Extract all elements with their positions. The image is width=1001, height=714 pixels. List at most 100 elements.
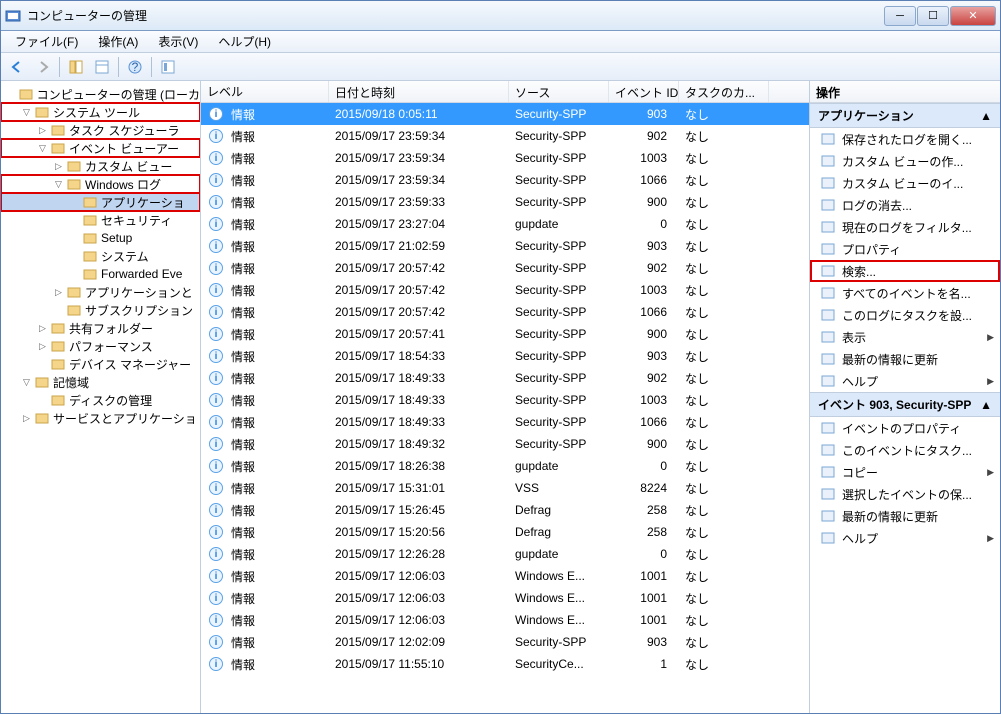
col-date[interactable]: 日付と時刻 <box>329 81 509 102</box>
action-item[interactable]: ログの消去... <box>810 194 1000 216</box>
tree-expander[interactable]: ▽ <box>21 377 32 388</box>
tree-item[interactable]: サブスクリプション <box>1 301 200 319</box>
action-item[interactable]: このイベントにタスク... <box>810 439 1000 461</box>
action-item[interactable]: このログにタスクを設... <box>810 304 1000 326</box>
action-item[interactable]: イベントのプロパティ <box>810 417 1000 439</box>
event-row[interactable]: i情報2015/09/17 18:49:33Security-SPP1066なし <box>201 411 809 433</box>
tree-item[interactable]: Forwarded Eve <box>1 265 200 283</box>
action-item[interactable]: コピー▶ <box>810 461 1000 483</box>
tree-item[interactable]: ▽Windows ログ <box>1 175 200 193</box>
event-row[interactable]: i情報2015/09/17 20:57:42Security-SPP902なし <box>201 257 809 279</box>
event-row[interactable]: i情報2015/09/17 23:59:33Security-SPP900なし <box>201 191 809 213</box>
action-item[interactable]: ヘルプ▶ <box>810 527 1000 549</box>
event-row[interactable]: i情報2015/09/17 15:26:45Defrag258なし <box>201 499 809 521</box>
event-row[interactable]: i情報2015/09/17 18:49:32Security-SPP900なし <box>201 433 809 455</box>
event-row[interactable]: i情報2015/09/17 20:57:42Security-SPP1003なし <box>201 279 809 301</box>
event-row[interactable]: i情報2015/09/17 21:02:59Security-SPP903なし <box>201 235 809 257</box>
tree-item[interactable]: ▷共有フォルダー <box>1 319 200 337</box>
actions-group-app[interactable]: アプリケーション▲ <box>810 103 1000 128</box>
event-row[interactable]: i情報2015/09/17 12:06:03Windows E...1001なし <box>201 587 809 609</box>
tree-expander[interactable]: ▷ <box>21 413 32 424</box>
event-row[interactable]: i情報2015/09/17 12:06:03Windows E...1001なし <box>201 609 809 631</box>
action-item[interactable]: プロパティ <box>810 238 1000 260</box>
tree-item[interactable]: ▷パフォーマンス <box>1 337 200 355</box>
event-row[interactable]: i情報2015/09/17 18:49:33Security-SPP1003なし <box>201 389 809 411</box>
tree-expander[interactable]: ▷ <box>37 341 48 352</box>
navigation-tree[interactable]: コンピューターの管理 (ローカ▽システム ツール▷タスク スケジューラ▽イベント… <box>1 81 201 713</box>
source-text: gupdate <box>509 457 609 475</box>
event-row[interactable]: i情報2015/09/17 15:20:56Defrag258なし <box>201 521 809 543</box>
tree-expander[interactable]: ▽ <box>21 107 32 118</box>
event-row[interactable]: i情報2015/09/17 18:49:33Security-SPP902なし <box>201 367 809 389</box>
tree-expander[interactable]: ▽ <box>53 179 64 190</box>
event-row[interactable]: i情報2015/09/17 20:57:42Security-SPP1066なし <box>201 301 809 323</box>
event-row[interactable]: i情報2015/09/17 23:59:34Security-SPP902なし <box>201 125 809 147</box>
event-row[interactable]: i情報2015/09/17 12:06:03Windows E...1001なし <box>201 565 809 587</box>
event-row[interactable]: i情報2015/09/17 23:59:34Security-SPP1003なし <box>201 147 809 169</box>
tree-expander[interactable]: ▷ <box>37 323 48 334</box>
tree-expander[interactable]: ▽ <box>37 143 48 154</box>
actions-group-event[interactable]: イベント 903, Security-SPP▲ <box>810 392 1000 417</box>
menu-file[interactable]: ファイル(F) <box>7 31 86 52</box>
menu-view[interactable]: 表示(V) <box>150 31 206 52</box>
event-row[interactable]: i情報2015/09/17 18:26:38gupdate0なし <box>201 455 809 477</box>
action-item[interactable]: 表示▶ <box>810 326 1000 348</box>
maximize-button[interactable]: ☐ <box>917 6 949 26</box>
event-list[interactable]: レベル 日付と時刻 ソース イベント ID タスクのカ... i情報2015/0… <box>201 81 810 713</box>
event-row[interactable]: i情報2015/09/17 20:57:41Security-SPP900なし <box>201 323 809 345</box>
event-row[interactable]: i情報2015/09/17 12:02:09Security-SPP903なし <box>201 631 809 653</box>
minimize-button[interactable]: ─ <box>884 6 916 26</box>
action-item[interactable]: 保存されたログを開く... <box>810 128 1000 150</box>
action-item[interactable]: 検索... <box>810 260 1000 282</box>
action-item[interactable]: カスタム ビューのイ... <box>810 172 1000 194</box>
action-item[interactable]: すべてのイベントを名... <box>810 282 1000 304</box>
action-item[interactable]: 最新の情報に更新 <box>810 505 1000 527</box>
show-hide-tree-button[interactable] <box>64 56 88 78</box>
tree-item[interactable]: コンピューターの管理 (ローカ <box>1 85 200 103</box>
tree-item[interactable]: ▽イベント ビューアー <box>1 139 200 157</box>
tree-item[interactable]: ▷タスク スケジューラ <box>1 121 200 139</box>
tree-item[interactable]: ▷カスタム ビュー <box>1 157 200 175</box>
event-row[interactable]: i情報2015/09/17 23:59:34Security-SPP1066なし <box>201 169 809 191</box>
tree-item[interactable]: ▷サービスとアプリケーショ <box>1 409 200 427</box>
col-eventid[interactable]: イベント ID <box>609 81 679 102</box>
tree-item[interactable]: ▽記憶域 <box>1 373 200 391</box>
event-row[interactable]: i情報2015/09/17 23:27:04gupdate0なし <box>201 213 809 235</box>
back-button[interactable] <box>5 56 29 78</box>
forward-button[interactable] <box>31 56 55 78</box>
event-row[interactable]: i情報2015/09/17 11:55:10SecurityCe...1なし <box>201 653 809 675</box>
help-button[interactable]: ? <box>123 56 147 78</box>
tree-item[interactable]: ▽システム ツール <box>1 103 200 121</box>
properties-button[interactable] <box>90 56 114 78</box>
date-text: 2015/09/17 15:31:01 <box>329 479 509 497</box>
tree-item[interactable]: ▷アプリケーションと <box>1 283 200 301</box>
event-row[interactable]: i情報2015/09/17 18:54:33Security-SPP903なし <box>201 345 809 367</box>
extra-button[interactable] <box>156 56 180 78</box>
level-text: 情報 <box>231 392 255 409</box>
tree-expander[interactable]: ▷ <box>37 125 48 136</box>
menu-action[interactable]: 操作(A) <box>90 31 146 52</box>
tree-item[interactable]: ディスクの管理 <box>1 391 200 409</box>
event-row[interactable]: i情報2015/09/18 0:05:11Security-SPP903なし <box>201 103 809 125</box>
tree-expander <box>37 359 48 370</box>
tree-item[interactable]: Setup <box>1 229 200 247</box>
col-level[interactable]: レベル <box>201 81 329 102</box>
tree-item[interactable]: デバイス マネージャー <box>1 355 200 373</box>
action-item[interactable]: 現在のログをフィルタ... <box>810 216 1000 238</box>
action-item[interactable]: カスタム ビューの作... <box>810 150 1000 172</box>
tree-item[interactable]: アプリケーショ <box>1 193 200 211</box>
col-task[interactable]: タスクのカ... <box>679 81 769 102</box>
tree-expander[interactable]: ▷ <box>53 161 64 172</box>
col-source[interactable]: ソース <box>509 81 609 102</box>
action-item[interactable]: 最新の情報に更新 <box>810 348 1000 370</box>
tree-expander[interactable]: ▷ <box>53 287 64 298</box>
action-item[interactable]: ヘルプ▶ <box>810 370 1000 392</box>
task-text: なし <box>679 610 769 631</box>
close-button[interactable]: ✕ <box>950 6 996 26</box>
event-row[interactable]: i情報2015/09/17 12:26:28gupdate0なし <box>201 543 809 565</box>
menu-help[interactable]: ヘルプ(H) <box>210 31 279 52</box>
tree-item[interactable]: システム <box>1 247 200 265</box>
tree-item[interactable]: セキュリティ <box>1 211 200 229</box>
event-row[interactable]: i情報2015/09/17 15:31:01VSS8224なし <box>201 477 809 499</box>
action-item[interactable]: 選択したイベントの保... <box>810 483 1000 505</box>
